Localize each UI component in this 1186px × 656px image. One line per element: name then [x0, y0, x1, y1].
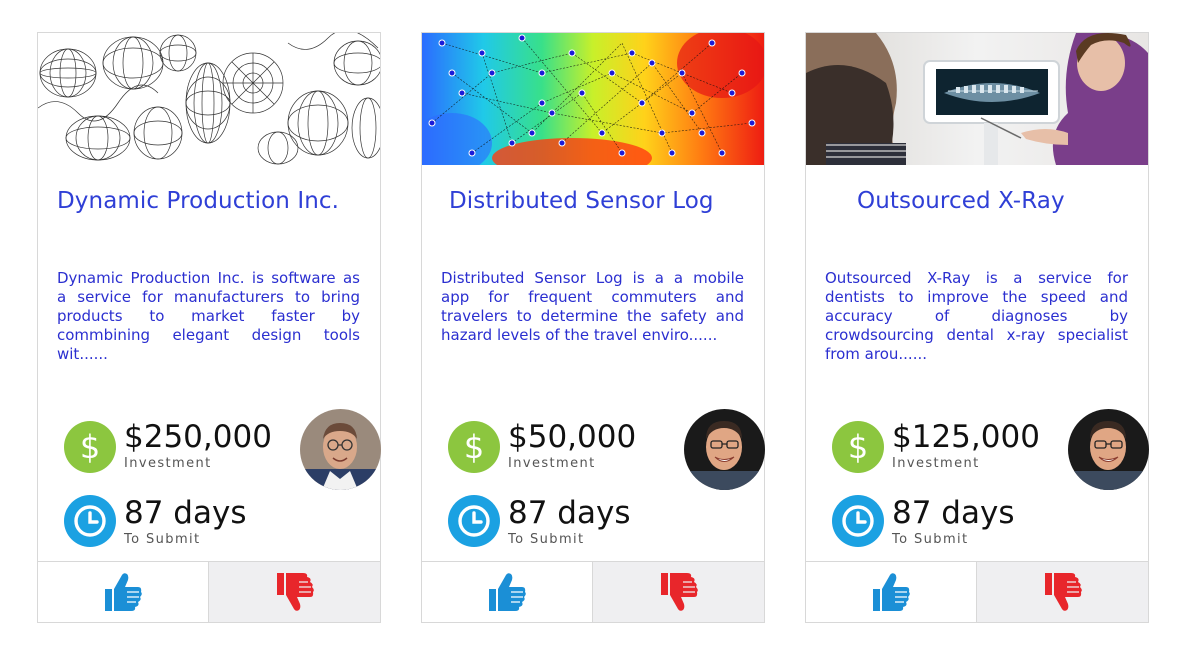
- thumbs-down-icon: [660, 573, 698, 611]
- founder-avatar: [684, 409, 765, 490]
- card-title[interactable]: Distributed Sensor Log: [449, 188, 714, 214]
- card-title[interactable]: Dynamic Production Inc.: [57, 188, 339, 214]
- investment-amount: $50,000: [508, 419, 637, 455]
- dollar-icon: $: [448, 421, 500, 473]
- vote-bar: [806, 561, 1148, 622]
- thumbs-down-button[interactable]: [209, 562, 380, 622]
- days-remaining: 87 days: [124, 495, 247, 531]
- thumbs-up-icon: [105, 573, 142, 611]
- sensor-network-heatmap-image: [422, 33, 764, 165]
- days-label: To Submit: [892, 532, 969, 547]
- investment-amount: $125,000: [892, 419, 1040, 455]
- thumbs-down-icon: [1044, 573, 1082, 611]
- vote-bar: [422, 561, 764, 622]
- card-description: Distributed Sensor Log is a a mobile app…: [441, 269, 744, 344]
- dollar-icon: $: [832, 421, 884, 473]
- investment-label: Investment: [124, 456, 212, 471]
- vote-bar: [38, 561, 380, 622]
- investment-label: Investment: [508, 456, 596, 471]
- days-label: To Submit: [124, 532, 201, 547]
- days-remaining: 87 days: [892, 495, 1015, 531]
- founder-avatar: [1068, 409, 1149, 490]
- thumbs-up-button[interactable]: [422, 562, 593, 622]
- project-card[interactable]: Distributed Sensor Log Distributed Senso…: [421, 32, 765, 623]
- founder-avatar: [300, 409, 381, 490]
- dollar-icon: $: [64, 421, 116, 473]
- card-description: Dynamic Production Inc. is software as a…: [57, 269, 360, 363]
- investment-amount: $250,000: [124, 419, 272, 455]
- investment-label: Investment: [892, 456, 980, 471]
- days-remaining: 87 days: [508, 495, 631, 531]
- thumbs-down-icon: [276, 573, 314, 611]
- thumbs-down-button[interactable]: [593, 562, 764, 622]
- thumbs-up-button[interactable]: [38, 562, 209, 622]
- card-title[interactable]: Outsourced X-Ray: [857, 188, 1065, 214]
- clock-icon: [448, 495, 500, 547]
- thumbs-up-icon: [489, 573, 526, 611]
- thumbs-up-button[interactable]: [806, 562, 977, 622]
- clock-icon: [64, 495, 116, 547]
- card-description: Outsourced X-Ray is a service for dentis…: [825, 269, 1128, 363]
- project-card[interactable]: Outsourced X-Ray Outsourced X-Ray is a s…: [805, 32, 1149, 623]
- project-card[interactable]: Dynamic Production Inc. Dynamic Producti…: [37, 32, 381, 623]
- clock-icon: [832, 495, 884, 547]
- thumbs-up-icon: [873, 573, 910, 611]
- thumbs-down-button[interactable]: [977, 562, 1148, 622]
- wireframe-mesh-image: [38, 33, 380, 165]
- days-label: To Submit: [508, 532, 585, 547]
- dental-xray-photo: [806, 33, 1148, 165]
